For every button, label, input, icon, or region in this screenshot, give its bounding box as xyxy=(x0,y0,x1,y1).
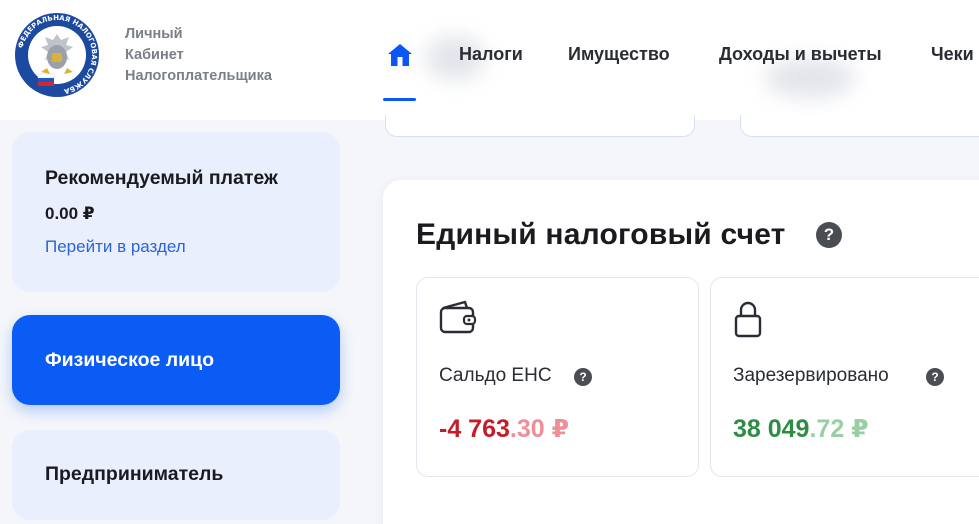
go-to-section-link[interactable]: Перейти в раздел xyxy=(45,237,186,257)
top-navigation: Налоги Имущество Доходы и вычеты Чеки xyxy=(380,0,979,120)
brand-header: ФЕДЕРАЛЬНАЯ НАЛОГОВАЯ СЛУЖБА Личный Каби… xyxy=(0,0,380,120)
nav-item-income-deductions[interactable]: Доходы и вычеты xyxy=(719,44,882,65)
single-tax-account-title: Единый налоговый счет xyxy=(416,218,786,251)
home-icon xyxy=(388,44,412,66)
recommended-payment-title: Рекомендуемый платеж xyxy=(45,167,278,189)
reserved-card[interactable]: Зарезервировано ? 38 049.72 ₽ xyxy=(710,277,979,477)
entrepreneur-button[interactable]: Предприниматель xyxy=(12,430,340,520)
help-icon[interactable]: ? xyxy=(816,222,842,248)
home-button[interactable] xyxy=(385,38,415,72)
saldo-value: -4 763.30 ₽ xyxy=(439,414,569,444)
recommended-payment-amount: 0.00 ₽ xyxy=(45,204,95,223)
reserved-value-frac: .72 ₽ xyxy=(809,415,869,443)
brand-title: Личный Кабинет Налогоплательщика xyxy=(125,24,272,87)
app-page: ФЕДЕРАЛЬНАЯ НАЛОГОВАЯ СЛУЖБА Личный Каби… xyxy=(0,0,979,524)
saldo-help-icon[interactable]: ? xyxy=(574,368,592,386)
single-tax-account-panel: Единый налоговый счет ? Сальдо ЕНС ? -4 … xyxy=(383,180,979,524)
active-tab-indicator xyxy=(383,98,416,101)
reserved-label: Зарезервировано xyxy=(733,365,889,386)
brand-line-2: Кабинет xyxy=(125,47,184,63)
recommended-payment-card: Рекомендуемый платеж 0.00 ₽ Перейти в ра… xyxy=(12,132,340,292)
saldo-label: Сальдо ЕНС xyxy=(439,365,552,386)
lock-icon xyxy=(734,301,762,338)
brand-line-3: Налогоплательщика xyxy=(125,68,272,84)
entrepreneur-label: Предприниматель xyxy=(45,463,224,485)
reserved-value-int: 38 049 xyxy=(733,415,810,443)
reserved-value: 38 049.72 ₽ xyxy=(733,414,869,444)
saldo-value-int: -4 763 xyxy=(439,415,510,443)
individual-person-label: Физическое лицо xyxy=(45,349,215,371)
saldo-card[interactable]: Сальдо ЕНС ? -4 763.30 ₽ xyxy=(416,277,699,477)
reserved-help-icon[interactable]: ? xyxy=(926,368,944,386)
individual-person-button[interactable]: Физическое лицо xyxy=(12,315,340,405)
peek-card xyxy=(385,115,695,137)
fns-emblem-logo[interactable]: ФЕДЕРАЛЬНАЯ НАЛОГОВАЯ СЛУЖБА xyxy=(14,12,100,98)
saldo-value-frac: .30 ₽ xyxy=(509,415,569,443)
wallet-icon xyxy=(439,300,477,334)
nav-item-taxes[interactable]: Налоги xyxy=(459,44,523,65)
nav-item-receipts[interactable]: Чеки xyxy=(931,44,974,65)
nav-item-property[interactable]: Имущество xyxy=(568,44,670,65)
brand-line-1: Личный xyxy=(125,26,183,42)
peek-card xyxy=(740,115,979,137)
